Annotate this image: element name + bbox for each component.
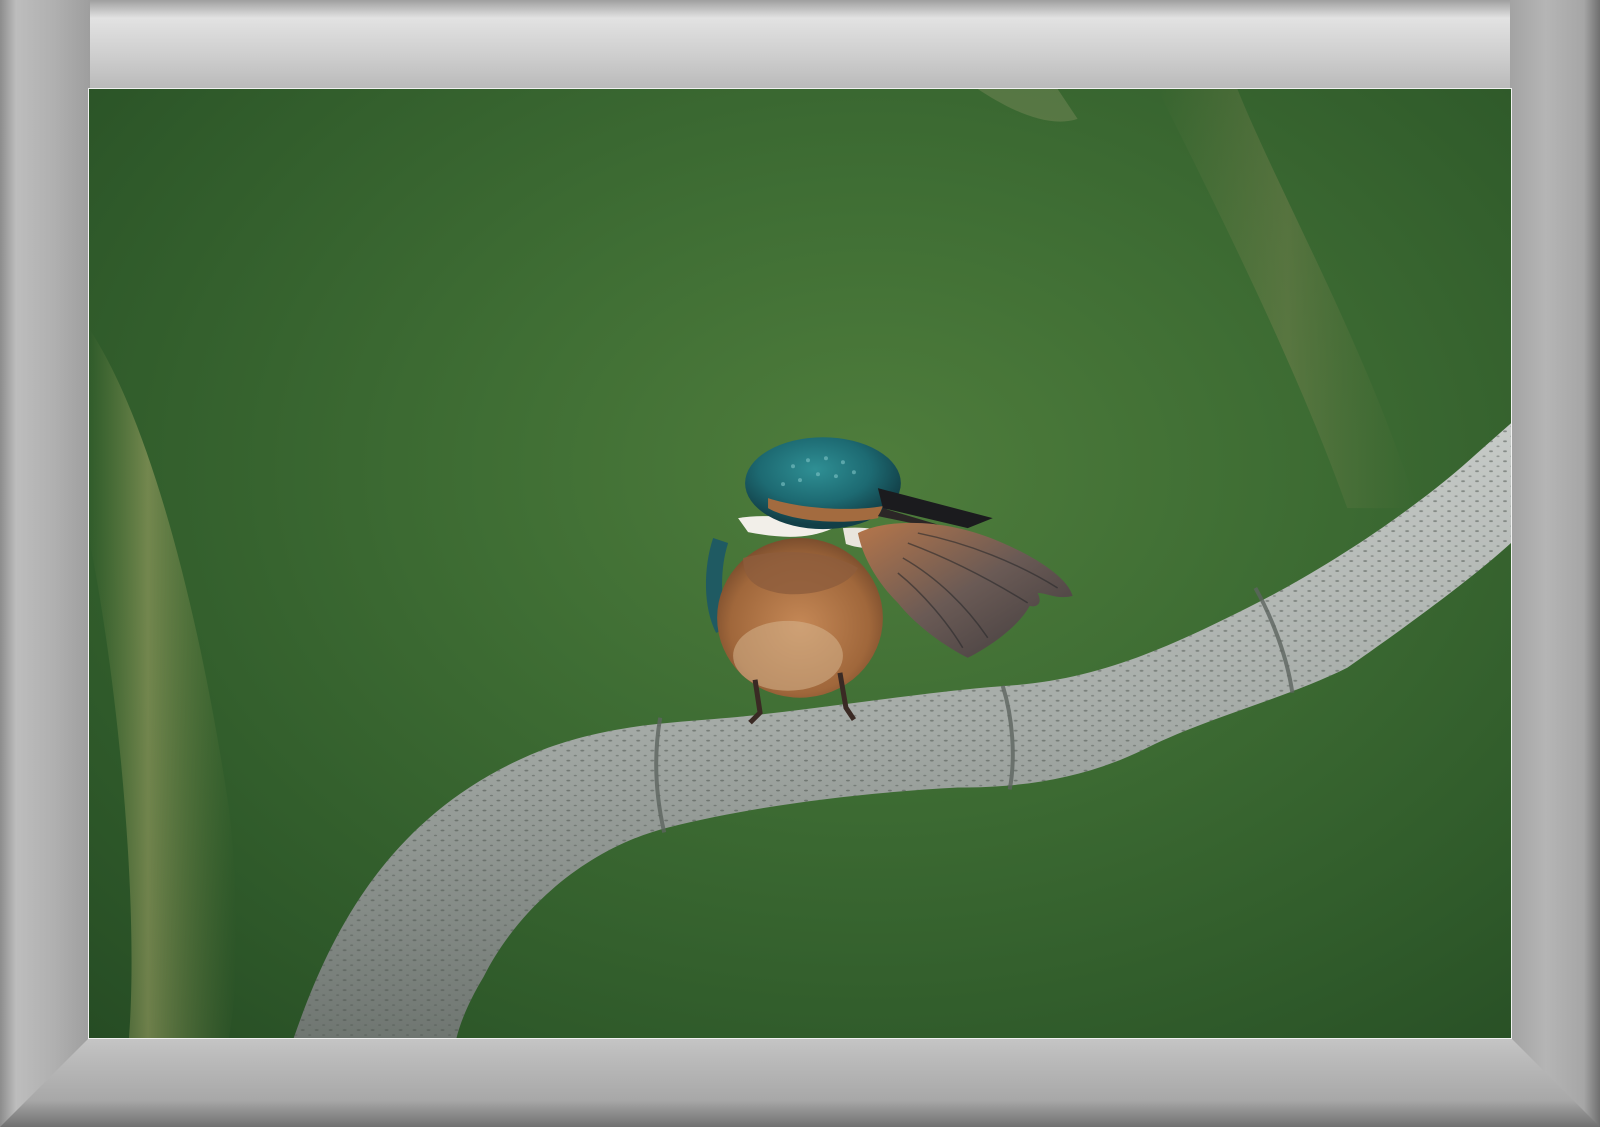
photo-illustration — [89, 89, 1511, 1038]
frame-right-bevel — [1510, 0, 1600, 1127]
picture-frame — [0, 0, 1600, 1127]
frame-bottom-bevel — [0, 1037, 1600, 1127]
kingfisher-photo — [88, 88, 1512, 1039]
frame-left-bevel — [0, 0, 90, 1127]
frame-top-bevel — [0, 0, 1600, 90]
